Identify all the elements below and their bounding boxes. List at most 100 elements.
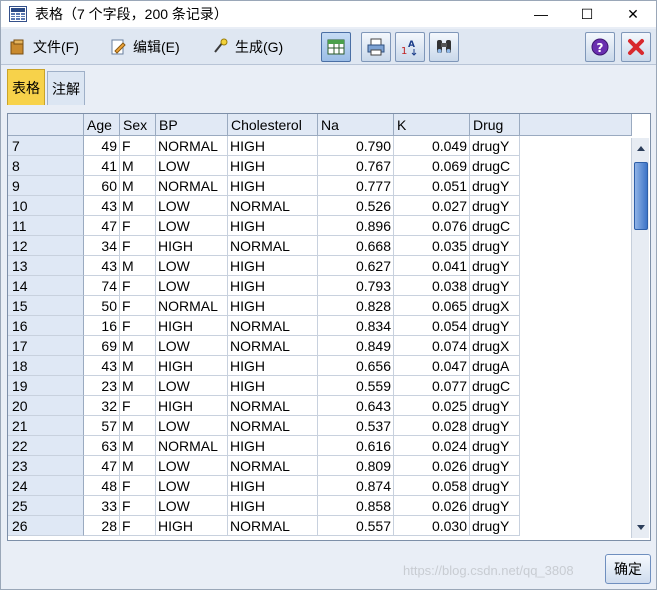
row-index-cell[interactable]: 26 (8, 516, 84, 536)
cell-drug[interactable]: drugC (470, 156, 520, 176)
cell-drug[interactable]: drugY (470, 416, 520, 436)
cell-sex[interactable]: M (120, 436, 156, 456)
cell-sex[interactable]: F (120, 476, 156, 496)
row-index-cell[interactable]: 16 (8, 316, 84, 336)
cell-cholesterol[interactable]: NORMAL (228, 316, 318, 336)
table-row[interactable]: 21 57 M LOW NORMAL 0.537 0.028 drugY (8, 416, 520, 436)
cell-cholesterol[interactable]: HIGH (228, 176, 318, 196)
close-output-button[interactable] (621, 32, 651, 62)
cell-bp[interactable]: LOW (156, 336, 228, 356)
column-header-drug[interactable]: Drug (470, 114, 520, 136)
cell-cholesterol[interactable]: NORMAL (228, 336, 318, 356)
cell-drug[interactable]: drugY (470, 276, 520, 296)
cell-k[interactable]: 0.035 (394, 236, 470, 256)
cell-cholesterol[interactable]: HIGH (228, 496, 318, 516)
cell-sex[interactable]: M (120, 416, 156, 436)
cell-cholesterol[interactable]: HIGH (228, 216, 318, 236)
cell-cholesterol[interactable]: NORMAL (228, 236, 318, 256)
cell-drug[interactable]: drugC (470, 216, 520, 236)
cell-cholesterol[interactable]: HIGH (228, 356, 318, 376)
cell-sex[interactable]: F (120, 136, 156, 156)
column-header-cholesterol[interactable]: Cholesterol (228, 114, 318, 136)
cell-sex[interactable]: M (120, 176, 156, 196)
cell-na[interactable]: 0.643 (318, 396, 394, 416)
table-row[interactable]: 18 43 M HIGH HIGH 0.656 0.047 drugA (8, 356, 520, 376)
cell-na[interactable]: 0.668 (318, 236, 394, 256)
vertical-scrollbar[interactable] (631, 138, 649, 538)
table-row[interactable]: 20 32 F HIGH NORMAL 0.643 0.025 drugY (8, 396, 520, 416)
table-row[interactable]: 12 34 F HIGH NORMAL 0.668 0.035 drugY (8, 236, 520, 256)
cell-drug[interactable]: drugY (470, 456, 520, 476)
cell-sex[interactable]: M (120, 156, 156, 176)
cell-cholesterol[interactable]: HIGH (228, 296, 318, 316)
cell-k[interactable]: 0.038 (394, 276, 470, 296)
cell-cholesterol[interactable]: HIGH (228, 436, 318, 456)
cell-drug[interactable]: drugY (470, 516, 520, 536)
cell-k[interactable]: 0.077 (394, 376, 470, 396)
cell-bp[interactable]: HIGH (156, 356, 228, 376)
row-index-cell[interactable]: 22 (8, 436, 84, 456)
cell-sex[interactable]: M (120, 456, 156, 476)
tab-table[interactable]: 表格 (7, 69, 45, 105)
cell-na[interactable]: 0.627 (318, 256, 394, 276)
table-row[interactable]: 16 16 F HIGH NORMAL 0.834 0.054 drugY (8, 316, 520, 336)
cell-age[interactable]: 34 (84, 236, 120, 256)
cell-cholesterol[interactable]: HIGH (228, 256, 318, 276)
cell-age[interactable]: 50 (84, 296, 120, 316)
cell-k[interactable]: 0.041 (394, 256, 470, 276)
cell-cholesterol[interactable]: NORMAL (228, 196, 318, 216)
cell-sex[interactable]: M (120, 376, 156, 396)
table-row[interactable]: 7 49 F NORMAL HIGH 0.790 0.049 drugY (8, 136, 520, 156)
cell-age[interactable]: 43 (84, 256, 120, 276)
row-index-cell[interactable]: 9 (8, 176, 84, 196)
cell-sex[interactable]: M (120, 256, 156, 276)
column-header-k[interactable]: K (394, 114, 470, 136)
table-row[interactable]: 22 63 M NORMAL HIGH 0.616 0.024 drugY (8, 436, 520, 456)
table-row[interactable]: 14 74 F LOW HIGH 0.793 0.038 drugY (8, 276, 520, 296)
row-index-cell[interactable]: 24 (8, 476, 84, 496)
table-row[interactable]: 26 28 F HIGH NORMAL 0.557 0.030 drugY (8, 516, 520, 536)
cell-age[interactable]: 43 (84, 196, 120, 216)
cell-age[interactable]: 63 (84, 436, 120, 456)
cell-sex[interactable]: F (120, 276, 156, 296)
cell-bp[interactable]: LOW (156, 376, 228, 396)
file-menu[interactable]: 文件(F) (9, 35, 79, 59)
sort-button[interactable]: 1A (395, 32, 425, 62)
column-header-age[interactable]: Age (84, 114, 120, 136)
cell-age[interactable]: 32 (84, 396, 120, 416)
table-row[interactable]: 17 69 M LOW NORMAL 0.849 0.074 drugX (8, 336, 520, 356)
cell-bp[interactable]: LOW (156, 496, 228, 516)
cell-k[interactable]: 0.058 (394, 476, 470, 496)
cell-k[interactable]: 0.024 (394, 436, 470, 456)
cell-na[interactable]: 0.559 (318, 376, 394, 396)
cell-k[interactable]: 0.051 (394, 176, 470, 196)
cell-drug[interactable]: drugY (470, 316, 520, 336)
cell-age[interactable]: 23 (84, 376, 120, 396)
cell-age[interactable]: 74 (84, 276, 120, 296)
cell-na[interactable]: 0.767 (318, 156, 394, 176)
cell-k[interactable]: 0.065 (394, 296, 470, 316)
cell-drug[interactable]: drugY (470, 236, 520, 256)
cell-sex[interactable]: F (120, 296, 156, 316)
cell-k[interactable]: 0.049 (394, 136, 470, 156)
edit-menu[interactable]: 编辑(E) (109, 35, 180, 59)
minimize-button[interactable]: — (518, 1, 564, 27)
row-index-cell[interactable]: 8 (8, 156, 84, 176)
cell-sex[interactable]: F (120, 516, 156, 536)
cell-sex[interactable]: F (120, 496, 156, 516)
cell-drug[interactable]: drugY (470, 496, 520, 516)
row-index-cell[interactable]: 17 (8, 336, 84, 356)
column-header-sex[interactable]: Sex (120, 114, 156, 136)
row-index-cell[interactable]: 14 (8, 276, 84, 296)
row-index-cell[interactable]: 15 (8, 296, 84, 316)
cell-drug[interactable]: drugX (470, 296, 520, 316)
row-index-cell[interactable]: 23 (8, 456, 84, 476)
cell-k[interactable]: 0.027 (394, 196, 470, 216)
row-index-cell[interactable]: 21 (8, 416, 84, 436)
cell-na[interactable]: 0.526 (318, 196, 394, 216)
cell-bp[interactable]: NORMAL (156, 136, 228, 156)
cell-na[interactable]: 0.828 (318, 296, 394, 316)
cell-drug[interactable]: drugX (470, 336, 520, 356)
row-index-cell[interactable]: 13 (8, 256, 84, 276)
cell-sex[interactable]: F (120, 396, 156, 416)
